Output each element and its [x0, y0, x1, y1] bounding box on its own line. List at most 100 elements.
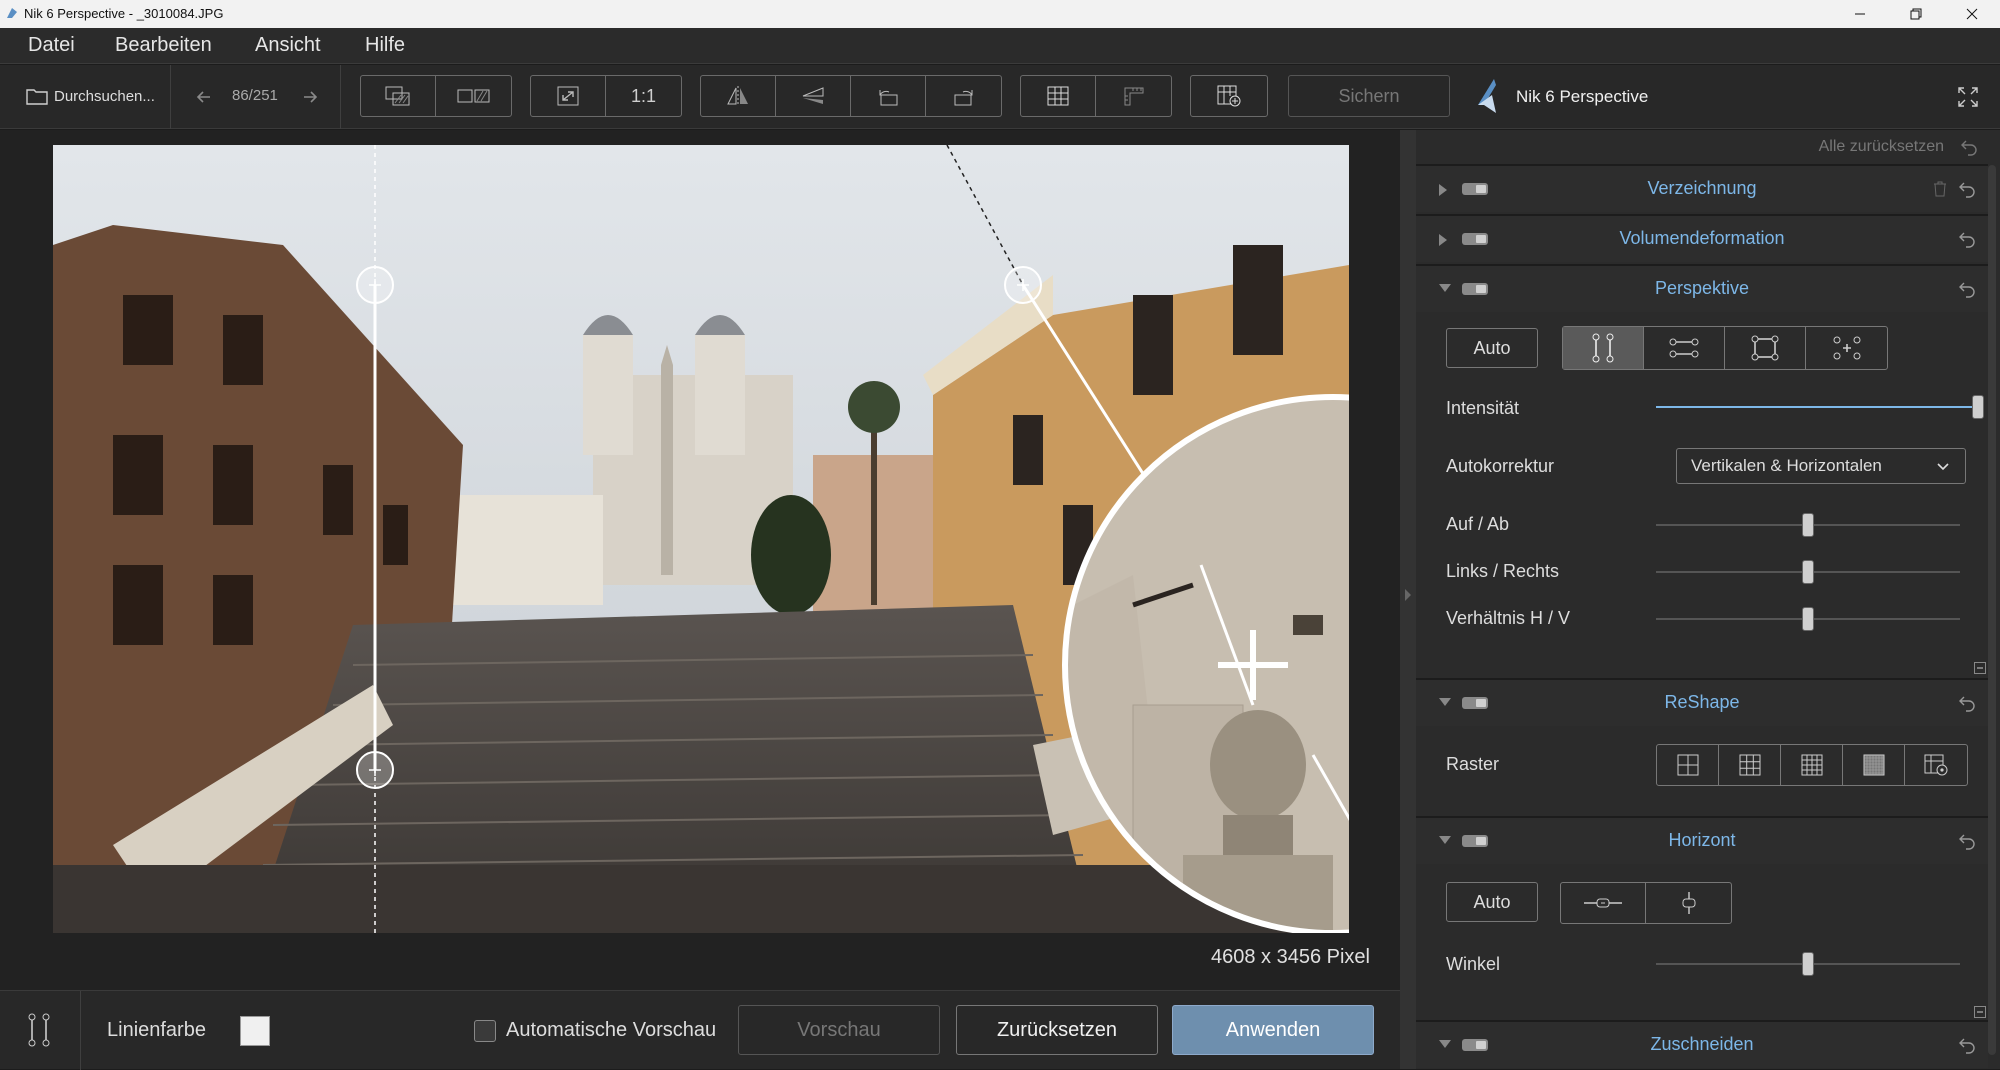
section-title: Horizont — [1668, 830, 1736, 850]
vertical-lines-tool-icon[interactable] — [26, 1013, 52, 1047]
auto-preview-checkbox[interactable] — [474, 1020, 496, 1042]
angle-slider-thumb[interactable] — [1802, 952, 1814, 976]
fit-screen-icon — [557, 86, 579, 106]
minimize-button[interactable] — [1832, 0, 1888, 28]
undo-icon[interactable] — [1960, 138, 1978, 156]
undo-icon[interactable] — [1958, 832, 1976, 850]
autocorrect-label: Autokorrektur — [1446, 456, 1555, 476]
left-right-label: Links / Rechts — [1446, 561, 1560, 581]
flip-vertical-button[interactable] — [776, 76, 851, 116]
grid-add-icon — [1217, 85, 1241, 107]
apply-button[interactable]: Anwenden — [1172, 1005, 1374, 1055]
grid-4x4-button[interactable] — [1781, 745, 1843, 785]
photo-preview[interactable] — [53, 145, 1349, 933]
autocorrect-dropdown[interactable]: Vertikalen & Horizontalen — [1676, 448, 1966, 484]
section-perspektive[interactable]: Perspektive — [1416, 264, 1988, 312]
points-mode[interactable] — [1806, 327, 1887, 369]
section-horizont[interactable]: Horizont — [1416, 816, 1988, 864]
guide-handle[interactable] — [356, 266, 394, 304]
adjustments-panel: Alle zurücksetzen Verzeichnung Volumende… — [1416, 130, 2000, 1069]
undo-icon[interactable] — [1958, 280, 1976, 298]
menu-ansicht[interactable]: Ansicht — [255, 34, 321, 57]
reset-all-link[interactable]: Alle zurücksetzen — [1819, 138, 1944, 156]
intensity-slider-track[interactable] — [1656, 406, 1978, 408]
divider — [170, 65, 171, 129]
menu-datei[interactable]: Datei — [28, 34, 75, 57]
undo-icon[interactable] — [1958, 230, 1976, 248]
fit-to-screen-button[interactable] — [531, 76, 606, 116]
preview-button[interactable]: Vorschau — [738, 1005, 940, 1055]
zoom-100-button[interactable]: 1:1 — [606, 76, 681, 116]
section-reshape[interactable]: ReShape — [1416, 678, 1988, 726]
line-color-swatch[interactable] — [240, 1016, 270, 1046]
compare-overlay-button[interactable] — [361, 76, 436, 116]
collapse-section-icon[interactable] — [1974, 662, 1986, 674]
rotate-left-button[interactable] — [851, 76, 926, 116]
up-down-slider-thumb[interactable] — [1802, 513, 1814, 537]
section-volumendeformation[interactable]: Volumendeformation — [1416, 214, 1988, 262]
brand-logo-icon — [1478, 79, 1496, 113]
rectangle-mode[interactable] — [1725, 327, 1806, 369]
image-dimensions: 4608 x 3456 Pixel — [1210, 946, 1370, 968]
menu-bearbeiten[interactable]: Bearbeiten — [115, 34, 212, 57]
trash-icon[interactable] — [1932, 180, 1948, 198]
grid-overlay-button[interactable] — [1021, 76, 1096, 116]
ratio-slider-thumb[interactable] — [1802, 607, 1814, 631]
horizon-point-mode[interactable] — [1646, 883, 1731, 923]
autocorrect-value: Vertikalen & Horizontalen — [1691, 456, 1882, 475]
perspective-auto-button[interactable]: Auto — [1446, 328, 1538, 368]
grid-custom-button[interactable] — [1905, 745, 1967, 785]
undo-icon[interactable] — [1958, 694, 1976, 712]
add-grid-button[interactable] — [1191, 76, 1267, 116]
browse-button[interactable]: Durchsuchen... — [26, 87, 155, 105]
grid-2x2-button[interactable] — [1657, 745, 1719, 785]
flip-horizontal-button[interactable] — [701, 76, 776, 116]
left-right-slider-thumb[interactable] — [1802, 560, 1814, 584]
rotate-right-button[interactable] — [926, 76, 1001, 116]
undo-icon[interactable] — [1958, 1036, 1976, 1054]
panel-scrollbar[interactable] — [1988, 165, 1996, 1055]
grid-3x3-button[interactable] — [1719, 745, 1781, 785]
title-bar: Nik 6 Perspective - _3010084.JPG — [0, 0, 2000, 28]
menu-hilfe[interactable]: Hilfe — [365, 34, 405, 57]
guide-handle[interactable] — [1004, 266, 1042, 304]
save-button[interactable]: Sichern — [1288, 75, 1450, 117]
close-button[interactable] — [1944, 0, 2000, 28]
ruler-button[interactable] — [1096, 76, 1171, 116]
bottom-bar: Linienfarbe Automatische Vorschau Vorsch… — [0, 990, 1400, 1070]
previous-arrow-icon[interactable] — [194, 87, 214, 107]
folder-icon — [26, 89, 48, 105]
close-icon — [1966, 8, 1978, 20]
angle-label: Winkel — [1446, 954, 1501, 974]
collapse-section-icon[interactable] — [1974, 1006, 1986, 1018]
intensity-label: Intensität — [1446, 398, 1520, 418]
horizontal-lines-mode[interactable] — [1644, 327, 1725, 369]
next-arrow-icon[interactable] — [300, 87, 320, 107]
guide-handle[interactable] — [356, 751, 394, 789]
intensity-slider-thumb[interactable] — [1972, 395, 1984, 419]
divider — [340, 65, 341, 129]
horizontal-lines-icon — [1669, 338, 1699, 358]
horizon-point-icon — [1682, 892, 1695, 914]
vertical-lines-mode[interactable] — [1563, 327, 1644, 369]
section-zuschneiden[interactable]: Zuschneiden — [1416, 1020, 1988, 1068]
undo-icon[interactable] — [1958, 180, 1976, 198]
window-title: Nik 6 Perspective - _3010084.JPG — [24, 6, 224, 21]
horizon-line-mode[interactable] — [1561, 883, 1646, 923]
reset-button[interactable]: Zurücksetzen — [956, 1005, 1158, 1055]
restore-button[interactable] — [1888, 0, 1944, 28]
collapse-arrow-icon — [1405, 589, 1411, 601]
horizon-auto-button[interactable]: Auto — [1446, 882, 1538, 922]
section-verzeichnung[interactable]: Verzeichnung — [1416, 164, 1988, 212]
chevron-down-icon — [1937, 463, 1949, 471]
panel-splitter[interactable] — [1400, 130, 1416, 1069]
transform-group — [700, 75, 1002, 117]
browse-label: Durchsuchen... — [54, 87, 155, 105]
grid-dense-button[interactable] — [1843, 745, 1905, 785]
flip-horizontal-icon — [727, 86, 748, 106]
fullscreen-icon[interactable] — [1956, 85, 1980, 109]
flip-vertical-icon — [802, 87, 824, 104]
compare-split-button[interactable] — [436, 76, 511, 116]
grid-dense-icon — [1863, 754, 1884, 776]
auto-preview-label: Automatische Vorschau — [506, 1019, 717, 1041]
